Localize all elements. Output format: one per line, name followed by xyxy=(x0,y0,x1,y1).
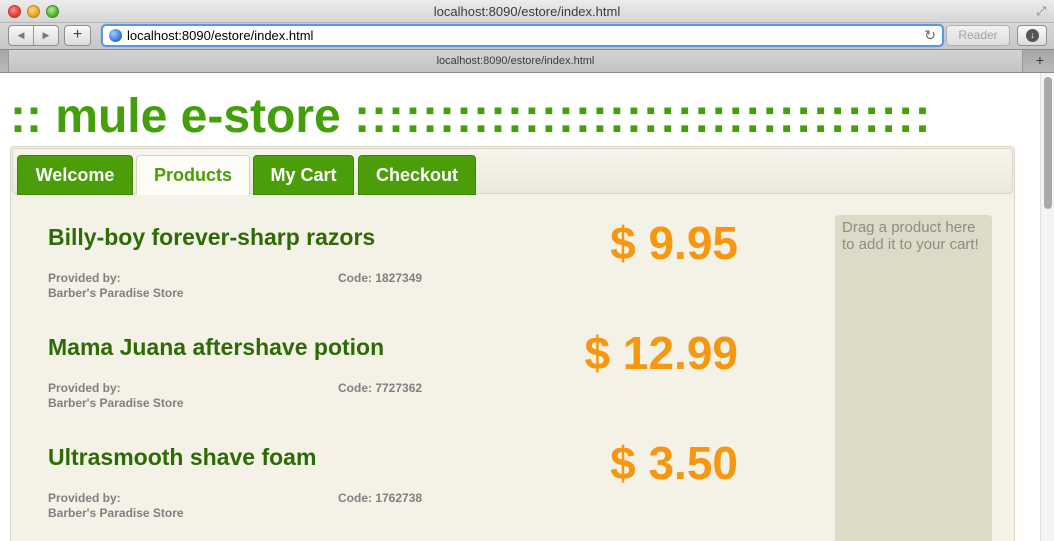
new-tab-icon[interactable]: + xyxy=(1036,52,1044,68)
store-tabs-bar: Welcome Products My Cart Checkout xyxy=(12,148,1013,195)
store-title: :: mule e-store ::::::::::::::::::::::::… xyxy=(10,91,932,143)
forward-arrow-icon[interactable]: ▶ xyxy=(34,26,58,45)
tab-my-cart[interactable]: My Cart xyxy=(253,155,354,195)
product-price: $ 3.50 xyxy=(610,437,738,489)
address-bar[interactable]: localhost:8090/estore/index.html ↻ xyxy=(101,24,944,47)
provided-by-label: Provided by: xyxy=(48,491,121,505)
product-item[interactable]: Billy-boy forever-sharp razors $ 9.95 Pr… xyxy=(48,217,738,324)
reload-icon[interactable]: ↻ xyxy=(924,27,936,44)
product-name: Mama Juana aftershave potion xyxy=(48,334,385,360)
product-price: $ 9.95 xyxy=(610,217,738,269)
product-name: Ultrasmooth shave foam xyxy=(48,444,317,470)
reader-button[interactable]: Reader xyxy=(946,25,1010,46)
product-price: $ 12.99 xyxy=(584,327,738,379)
downloads-button[interactable]: ↓ xyxy=(1017,25,1047,46)
tab-products[interactable]: Products xyxy=(136,155,250,195)
provided-by-label: Provided by: xyxy=(48,381,121,395)
product-item[interactable]: Ultrasmooth shave foam $ 3.50 Provided b… xyxy=(48,437,738,541)
cart-drop-zone[interactable]: Drag a product here to add it to your ca… xyxy=(835,215,992,541)
page-viewport: :: mule e-store ::::::::::::::::::::::::… xyxy=(0,73,1040,541)
fullscreen-icon[interactable]: ⤢ xyxy=(1036,4,1046,19)
product-code: Code: 1827349 xyxy=(338,271,423,285)
provider-name: Barber's Paradise Store xyxy=(48,506,184,520)
browser-tab-strip: localhost:8090/estore/index.html + xyxy=(0,49,1054,73)
window-titlebar: localhost:8090/estore/index.html ⤢ xyxy=(0,0,1054,23)
scrollbar-thumb[interactable] xyxy=(1044,77,1052,209)
product-item[interactable]: Mama Juana aftershave potion $ 12.99 Pro… xyxy=(48,327,738,434)
product-name: Billy-boy forever-sharp razors xyxy=(48,224,376,250)
window-title: localhost:8090/estore/index.html xyxy=(433,4,621,19)
browser-tab[interactable]: localhost:8090/estore/index.html xyxy=(8,50,1023,72)
browser-toolbar: ◀ ▶ + localhost:8090/estore/index.html ↻… xyxy=(0,23,1054,49)
product-code: Code: 7727362 xyxy=(338,381,423,395)
product-code: Code: 1762738 xyxy=(338,491,423,505)
tab-checkout[interactable]: Checkout xyxy=(358,155,476,195)
url-text[interactable]: localhost:8090/estore/index.html xyxy=(127,28,313,43)
provided-by-label: Provided by: xyxy=(48,271,121,285)
cart-drop-hint: Drag a product here to add it to your ca… xyxy=(842,219,979,253)
vertical-scrollbar[interactable] xyxy=(1040,73,1054,541)
store-title-dots: :::::::::::::::::::::::::::::::::: xyxy=(354,90,932,143)
add-bookmark-button[interactable]: + xyxy=(64,25,91,46)
provider-name: Barber's Paradise Store xyxy=(48,286,184,300)
store-title-text: :: mule e-store xyxy=(10,90,355,143)
download-icon: ↓ xyxy=(1026,29,1039,42)
back-arrow-icon[interactable]: ◀ xyxy=(9,26,34,45)
globe-icon xyxy=(109,29,122,42)
tab-welcome[interactable]: Welcome xyxy=(17,155,133,195)
provider-name: Barber's Paradise Store xyxy=(48,396,184,410)
back-forward-buttons: ◀ ▶ xyxy=(8,25,59,46)
